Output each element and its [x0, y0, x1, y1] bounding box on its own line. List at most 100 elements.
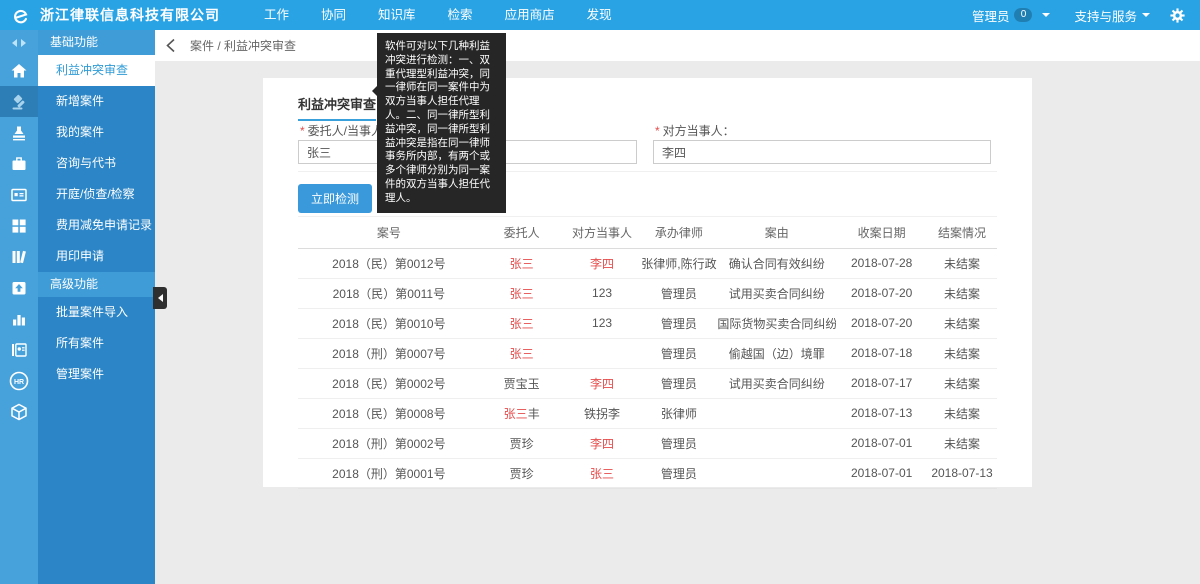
nav-item-knowledge[interactable]: 知识库 — [362, 0, 432, 30]
stamp-icon[interactable] — [0, 117, 38, 148]
nav-item-work[interactable]: 工作 — [248, 0, 305, 30]
settings-button[interactable] — [1162, 0, 1192, 30]
sidebar-item-hearing[interactable]: 开庭/侦查/检察 — [38, 179, 155, 210]
table-cell: 李四 — [564, 368, 641, 398]
opponent-input[interactable] — [653, 140, 991, 164]
sidebar-item-seal-request[interactable]: 用印申请 — [38, 241, 155, 272]
table-cell: 2018-07-13 — [836, 398, 927, 428]
package-icon[interactable] — [0, 396, 38, 427]
navbar-right: 管理员 0 支持与服务 — [960, 0, 1200, 30]
user-name: 管理员 — [972, 6, 1010, 25]
briefcase-icon[interactable] — [0, 148, 38, 179]
sidebar-collapse-handle[interactable] — [153, 287, 167, 309]
table-row[interactable]: 2018（刑）第0002号贾珍李四管理员2018-07-01未结案 — [298, 428, 997, 458]
table-row[interactable]: 2018（民）第0010号张三123管理员国际货物买卖合同纠纷2018-07-2… — [298, 308, 997, 338]
table-row[interactable]: 2018（民）第0008号张三丰铁拐李张律师2018-07-13未结案 — [298, 398, 997, 428]
tooltip-text: 软件可对以下几种利益冲突进行检测：一、双重代理型利益冲突，同一律师在同一案件中为… — [385, 40, 490, 204]
table-cell: 未结案 — [927, 368, 997, 398]
box-upload-icon[interactable] — [0, 272, 38, 303]
table-cell: 123 — [564, 278, 641, 308]
breadcrumb-bar: 案件 / 利益冲突审查 — [155, 30, 1200, 61]
table-cell: 未结案 — [927, 428, 997, 458]
table-cell: 2018（民）第0010号 — [298, 308, 480, 338]
sidebar-item-fee-waiver[interactable]: 费用减免申请记录 — [38, 210, 155, 241]
table-row[interactable]: 2018（民）第0011号张三123管理员试用买卖合同纠纷2018-07-20未… — [298, 278, 997, 308]
table-cell: 未结案 — [927, 278, 997, 308]
column-header: 收案日期 — [836, 217, 927, 248]
table-row[interactable]: 2018（民）第0002号贾宝玉李四管理员试用买卖合同纠纷2018-07-17未… — [298, 368, 997, 398]
table-cell: 张三丰 — [480, 398, 564, 428]
required-mark: * — [300, 124, 305, 138]
id-card-icon[interactable] — [0, 179, 38, 210]
nav-item-discover[interactable]: 发现 — [571, 0, 628, 30]
detect-now-button[interactable]: 立即检测 — [298, 184, 372, 213]
table-cell: 2018-07-01 — [836, 458, 927, 488]
support-label: 支持与服务 — [1074, 6, 1137, 25]
table-cell — [717, 428, 836, 458]
nav-item-collab[interactable]: 协同 — [305, 0, 362, 30]
sidebar-item-consulting[interactable]: 咨询与代书 — [38, 148, 155, 179]
table-cell: 2018（刑）第0007号 — [298, 338, 480, 368]
table-cell: 试用买卖合同纠纷 — [717, 368, 836, 398]
grid-icon[interactable] — [0, 210, 38, 241]
caret-down-icon — [1142, 13, 1150, 17]
gavel-icon[interactable] — [0, 86, 38, 117]
hr-icon[interactable]: HR — [0, 365, 38, 396]
company-name: 浙江律联信息科技有限公司 — [40, 5, 220, 25]
nav-item-appstore[interactable]: 应用商店 — [489, 0, 571, 30]
sidebar-item-conflict-review[interactable]: 利益冲突审查 — [38, 55, 155, 86]
top-menu: 工作 协同 知识库 检索 应用商店 发现 — [248, 0, 628, 30]
table-cell — [564, 338, 641, 368]
table-cell: 管理员 — [641, 428, 718, 458]
column-header: 对方当事人 — [564, 217, 641, 248]
table-cell: 张三 — [480, 248, 564, 278]
table-cell: 未结案 — [927, 398, 997, 428]
table-cell: 管理员 — [641, 308, 718, 338]
breadcrumb[interactable]: 案件 / 利益冲突审查 — [190, 37, 296, 54]
conflict-info-tooltip: 软件可对以下几种利益冲突进行检测：一、双重代理型利益冲突，同一律师在同一案件中为… — [377, 33, 506, 213]
bar-chart-icon[interactable] — [0, 303, 38, 334]
column-header: 结案情况 — [927, 217, 997, 248]
sidebar-item-new-case[interactable]: 新增案件 — [38, 86, 155, 117]
table-row[interactable]: 2018（刑）第0001号贾珍张三管理员2018-07-012018-07-13 — [298, 458, 997, 488]
table-cell: 管理员 — [641, 338, 718, 368]
table-cell — [717, 458, 836, 488]
sidebar-item-my-cases[interactable]: 我的案件 — [38, 117, 155, 148]
home-icon[interactable] — [0, 55, 38, 86]
support-dropdown[interactable]: 支持与服务 — [1062, 0, 1162, 30]
nav-item-search[interactable]: 检索 — [432, 0, 489, 30]
table-cell: 管理员 — [641, 278, 718, 308]
table-cell: 李四 — [564, 428, 641, 458]
notification-badge: 0 — [1014, 8, 1032, 22]
user-dropdown[interactable]: 管理员 0 — [960, 0, 1063, 30]
sidebar-section-advanced[interactable]: 高级功能 — [38, 272, 155, 297]
tab-conflict-review[interactable]: 利益冲突审查 — [298, 94, 376, 121]
top-navbar: 浙江律联信息科技有限公司 工作 协同 知识库 检索 应用商店 发现 管理员 0 … — [0, 0, 1200, 30]
table-cell: 2018-07-20 — [836, 308, 927, 338]
table-cell: 试用买卖合同纠纷 — [717, 278, 836, 308]
table-row[interactable]: 2018（民）第0012号张三李四张律师,陈行政确认合同有效纠纷2018-07-… — [298, 248, 997, 278]
report-icon[interactable] — [0, 334, 38, 365]
tooltip-arrow-icon — [372, 86, 377, 96]
sidebar-menu: 基础功能 利益冲突审查 新增案件 我的案件 咨询与代书 开庭/侦查/检察 费用减… — [38, 30, 155, 584]
logo-e-icon — [10, 4, 32, 26]
table-cell: 张三 — [480, 308, 564, 338]
table-cell: 未结案 — [927, 338, 997, 368]
table-cell: 偷越国（边）境罪 — [717, 338, 836, 368]
chevron-left-icon — [158, 294, 163, 302]
column-header: 承办律师 — [641, 217, 718, 248]
sidebar-item-all-cases[interactable]: 所有案件 — [38, 328, 155, 359]
required-mark: * — [655, 124, 660, 138]
sidebar-item-batch-import[interactable]: 批量案件导入 — [38, 297, 155, 328]
sidebar-item-manage-cases[interactable]: 管理案件 — [38, 359, 155, 390]
table-cell: 张三 — [564, 458, 641, 488]
table-row[interactable]: 2018（刑）第0007号张三管理员偷越国（边）境罪2018-07-18未结案 — [298, 338, 997, 368]
back-button[interactable] — [155, 30, 185, 61]
table-cell: 管理员 — [641, 368, 718, 398]
collapse-arrows-icon[interactable] — [0, 30, 38, 55]
caret-down-icon — [1042, 13, 1050, 17]
sidebar-section-basic[interactable]: 基础功能 — [38, 30, 155, 55]
books-icon[interactable] — [0, 241, 38, 272]
table-cell: 2018-07-20 — [836, 278, 927, 308]
table-cell: 未结案 — [927, 248, 997, 278]
